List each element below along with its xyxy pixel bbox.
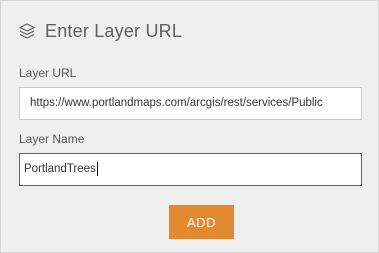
enter-layer-url-panel: Enter Layer URL Layer URL https://www.po… — [0, 0, 379, 253]
panel-header: Enter Layer URL — [18, 18, 182, 44]
layers-icon — [18, 22, 36, 40]
layer-url-label: Layer URL — [19, 66, 77, 80]
layer-name-input[interactable]: PortlandTrees — [19, 153, 362, 186]
panel-title: Enter Layer URL — [45, 20, 183, 41]
layer-name-value: PortlandTrees — [24, 163, 96, 175]
layer-url-value: https://www.portlandmaps.com/arcgis/rest… — [30, 97, 323, 109]
add-button[interactable]: ADD — [169, 205, 234, 239]
text-cursor — [96, 161, 98, 176]
layer-url-input[interactable]: https://www.portlandmaps.com/arcgis/rest… — [19, 87, 362, 120]
layer-name-label: Layer Name — [19, 132, 85, 146]
